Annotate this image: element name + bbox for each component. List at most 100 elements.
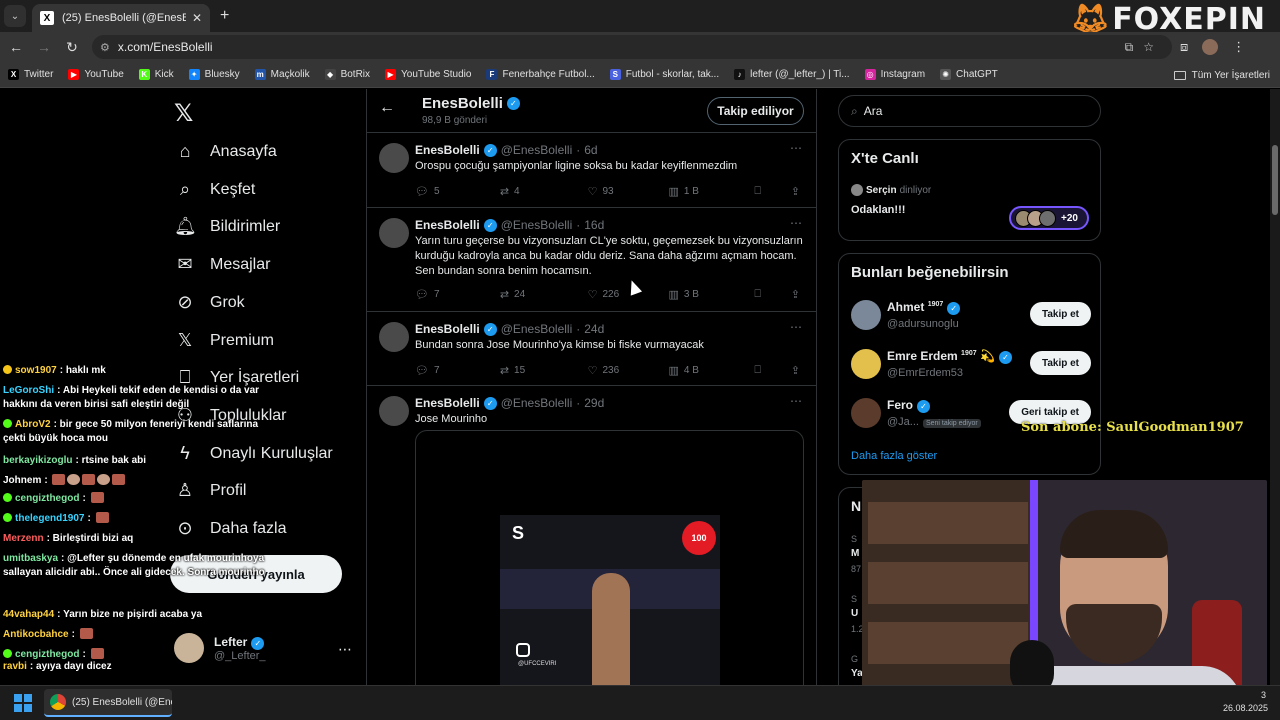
bookmark-button[interactable]: ⎕ (754, 185, 775, 198)
back-button[interactable]: ← (4, 39, 28, 55)
tweet-more-icon[interactable]: ⋯ (790, 141, 802, 155)
reply-button[interactable]: 💬︎ 5 (415, 185, 500, 198)
bookmark-item[interactable]: ✺ ChatGPT (940, 69, 998, 80)
reply-button[interactable]: 💬︎ 7 (415, 364, 500, 377)
search-input[interactable]: ⌕ Ara (838, 95, 1101, 127)
tweet-timestamp[interactable]: 24d (584, 322, 604, 336)
tweet[interactable]: EnesBolelli ✓ @EnesBolelli · 6d ⋯ Orospu çocuğ… (367, 133, 816, 208)
extensions-icon[interactable]: ⧈ (1180, 39, 1188, 55)
nav-item-mail[interactable]: ✉ Mesajlar (174, 254, 270, 275)
repost-button[interactable]: ⇄ 24 (500, 288, 588, 301)
tweet[interactable]: EnesBolelli ✓ @EnesBolelli · 16d ⋯ Yarın turu … (367, 208, 816, 312)
repost-button[interactable]: ⇄ 4 (500, 185, 588, 198)
x-logo-icon[interactable]: 𝕏 (174, 99, 193, 128)
bookmark-item[interactable]: ▶ YouTube (68, 69, 124, 80)
bookmark-star-icon[interactable]: ☆ (1143, 40, 1164, 54)
stream-chat-overlay: sow1907: haklı mk LeGoroShi: Abi Heykeli … (0, 362, 270, 680)
bookmark-item[interactable]: m Maçkolik (254, 69, 310, 80)
forward-button[interactable]: → (32, 39, 56, 55)
share-button[interactable]: ⇪ (791, 185, 805, 198)
avatar[interactable] (379, 322, 409, 352)
browser-menu-icon[interactable]: ⋮ (1232, 39, 1245, 55)
page-scrollbar[interactable] (1270, 89, 1280, 685)
share-button[interactable]: ⇪ (791, 288, 805, 301)
nav-item-x-premium[interactable]: 𝕏 Premium (174, 330, 274, 351)
tweet-author-name[interactable]: EnesBolelli (415, 396, 480, 410)
tweet-more-icon[interactable]: ⋯ (790, 320, 802, 334)
bookmark-item[interactable]: ✦ Bluesky (188, 69, 240, 80)
share-button[interactable]: ⇪ (791, 364, 805, 377)
tweet-timestamp[interactable]: 6d (584, 143, 597, 157)
install-app-icon[interactable]: ⧉ (1125, 40, 1144, 54)
avatar[interactable] (379, 396, 409, 426)
avatar[interactable] (851, 349, 881, 379)
bookmark-item[interactable]: F Fenerbahçe Futbol... (486, 69, 595, 80)
address-bar[interactable]: ⚙ x.com/EnesBolelli ⧉☆ (92, 35, 1172, 59)
tweet-timestamp[interactable]: 29d (584, 396, 604, 410)
tweet-more-icon[interactable]: ⋯ (790, 216, 802, 230)
space-participants[interactable]: +20 (1009, 206, 1089, 230)
repost-button[interactable]: ⇄ 15 (500, 364, 588, 377)
follow-button[interactable]: Takip et (1029, 351, 1091, 375)
bookmark-button[interactable]: ⎕ (754, 364, 775, 377)
reload-button[interactable]: ↻ (60, 39, 84, 56)
reply-button[interactable]: 💬︎ 7 (415, 288, 500, 301)
space-title[interactable]: Odaklan!!! (851, 204, 905, 216)
tweet-more-icon[interactable]: ⋯ (790, 394, 802, 408)
suggested-user-name[interactable]: Emre Erdem 1907 💫 ✓ (887, 349, 1012, 364)
video-player[interactable]: S 100 @UFCCEVIRI (500, 515, 720, 685)
nav-item-bell[interactable]: 🔔︎ Bildirimler (174, 216, 280, 237)
suggested-user[interactable]: Ahmet 1907 ✓ @adursunoglu Takip et (851, 298, 1091, 338)
tweet-author-name[interactable]: EnesBolelli (415, 218, 480, 232)
account-more-icon[interactable]: ⋯ (338, 641, 352, 658)
all-bookmarks-button[interactable]: Tüm Yer İşaretleri (1173, 62, 1270, 88)
like-button[interactable]: ♡ 236 (588, 364, 669, 377)
views-button[interactable]: ▥ 3 B (669, 288, 755, 301)
bookmark-item[interactable]: X Twitter (8, 69, 53, 80)
tweet-media[interactable]: S 100 @UFCCEVIRI (415, 430, 804, 685)
bookmark-item[interactable]: ▶ YouTube Studio (385, 69, 471, 80)
chat-separator: : (82, 493, 89, 504)
nav-item-grok[interactable]: ⊘ Grok (174, 292, 244, 313)
views-button[interactable]: ▥ 4 B (669, 364, 755, 377)
tweet-author-name[interactable]: EnesBolelli (415, 143, 480, 157)
site-info-icon[interactable]: ⚙ (100, 41, 110, 54)
following-button[interactable]: Takip ediliyor (707, 97, 804, 125)
scrollbar-thumb[interactable] (1272, 145, 1278, 215)
bookmark-button[interactable]: ⎕ (754, 288, 775, 301)
avatar[interactable] (379, 143, 409, 173)
like-button[interactable]: ♡ 93 (588, 185, 669, 198)
chat-message: AbroV2: bir gece 50 milyon feneriyi kend… (3, 418, 271, 446)
tweet-author-name[interactable]: EnesBolelli (415, 322, 480, 336)
avatar[interactable] (379, 218, 409, 248)
suggested-user[interactable]: Emre Erdem 1907 💫 ✓ @EmrErdem53 Takip et (851, 347, 1091, 387)
close-tab-icon[interactable]: ✕ (192, 11, 202, 25)
taskbar-chrome-app[interactable]: (25) EnesBolelli (@EnesE (44, 689, 172, 717)
avatar[interactable] (851, 300, 881, 330)
browser-tab[interactable]: X (25) EnesBolelli (@EnesBolelli) / ✕ (32, 4, 210, 32)
tweet-timestamp[interactable]: 16d (584, 218, 604, 232)
post-count: 98,9 B gönderi (422, 115, 488, 126)
chat-username: thelegend1907 (15, 513, 85, 524)
tweet[interactable]: EnesBolelli ✓ @EnesBolelli · 29d ⋯ Jose Mourin… (367, 386, 816, 685)
nav-item-home[interactable]: ⌂ Anasayfa (174, 141, 277, 162)
suggested-user-name[interactable]: Ahmet 1907 ✓ (887, 300, 961, 315)
new-tab-button[interactable]: + (220, 7, 229, 25)
tweet[interactable]: EnesBolelli ✓ @EnesBolelli · 24d ⋯ Bundan sonr… (367, 312, 816, 386)
bookmark-item[interactable]: ♪ lefter (@_lefter_) | Ti... (734, 69, 850, 80)
bookmark-item[interactable]: S Futbol - skorlar, tak... (609, 69, 719, 80)
windows-start-icon[interactable] (14, 694, 32, 712)
taskbar-date[interactable]: 26.08.2025 (1223, 703, 1268, 713)
back-arrow-icon[interactable]: ← (379, 99, 395, 117)
nav-item-search[interactable]: ⌕ Keşfet (174, 179, 255, 200)
views-button[interactable]: ▥ 1 B (669, 185, 755, 198)
bookmark-item[interactable]: ◆ BotRix (324, 69, 370, 80)
avatar[interactable] (851, 398, 881, 428)
profile-avatar-icon[interactable] (1202, 39, 1219, 55)
suggested-user-name[interactable]: Fero ✓ (887, 398, 931, 413)
show-more-link[interactable]: Daha fazla göster (851, 450, 937, 462)
bookmark-item[interactable]: K Kick (138, 69, 174, 80)
follow-button[interactable]: Takip et (1029, 302, 1091, 326)
tab-search-button[interactable]: ⌄ (4, 5, 26, 27)
bookmark-item[interactable]: ◎ Instagram (864, 69, 925, 80)
